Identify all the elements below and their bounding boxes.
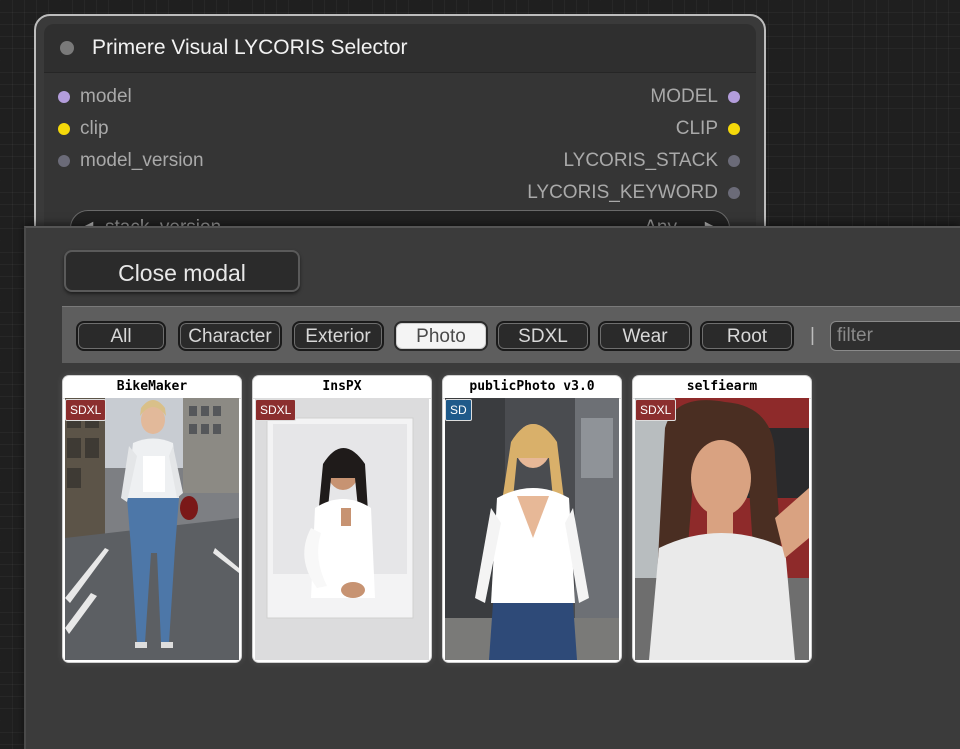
- output-dot-icon[interactable]: [728, 123, 740, 135]
- card-title: InsPX: [253, 376, 431, 399]
- output-label: LYCORIS_KEYWORD: [527, 182, 718, 203]
- lycoris-card[interactable]: InsPX SDXL: [253, 376, 431, 662]
- output-label: CLIP: [675, 118, 718, 139]
- output-label: LYCORIS_STACK: [563, 150, 718, 171]
- input-dot-icon[interactable]: [58, 91, 70, 103]
- filter-button-character[interactable]: Character: [178, 321, 282, 351]
- card-image[interactable]: [65, 398, 239, 660]
- filter-button-exterior[interactable]: Exterior: [292, 321, 384, 351]
- node-title: Primere Visual LYCORIS Selector: [92, 36, 408, 59]
- input-dot-icon[interactable]: [58, 123, 70, 135]
- card-badge: SDXL: [255, 399, 297, 421]
- input-label: model_version: [80, 150, 204, 171]
- card-title: publicPhoto v3.0: [443, 376, 621, 399]
- input-label: clip: [80, 118, 109, 139]
- close-modal-button[interactable]: Close modal: [64, 250, 300, 292]
- output-dot-icon[interactable]: [728, 155, 740, 167]
- card-badge: SDXL: [65, 399, 107, 421]
- card-image[interactable]: [445, 398, 619, 660]
- input-label: model: [80, 86, 132, 107]
- output-dot-icon[interactable]: [728, 91, 740, 103]
- output-label: MODEL: [650, 86, 718, 107]
- node-header[interactable]: Primere Visual LYCORIS Selector: [44, 24, 756, 73]
- card-title: selfiearm: [633, 376, 811, 399]
- filter-separator: |: [810, 325, 815, 346]
- filter-bar: All Character Exterior Photo SDXL Wear R…: [62, 306, 960, 363]
- filter-button-photo[interactable]: Photo: [394, 321, 488, 351]
- card-badge: SDXL: [635, 399, 677, 421]
- input-dot-icon[interactable]: [58, 155, 70, 167]
- card-image[interactable]: [255, 398, 429, 660]
- card-image[interactable]: [635, 398, 809, 660]
- filter-input[interactable]: [830, 321, 960, 351]
- output-dot-icon[interactable]: [728, 187, 740, 199]
- collapse-dot-icon[interactable]: [60, 41, 74, 55]
- lycoris-card[interactable]: publicPhoto v3.0 SD: [443, 376, 621, 662]
- lycoris-card[interactable]: selfiearm SDXL: [633, 376, 811, 662]
- filter-button-wear[interactable]: Wear: [598, 321, 692, 351]
- lycoris-card[interactable]: BikeMaker SDXL: [63, 376, 241, 662]
- lycoris-modal: Close modal All Character Exterior Photo…: [24, 226, 960, 749]
- filter-button-root[interactable]: Root: [700, 321, 794, 351]
- card-badge: SD: [445, 399, 472, 421]
- filter-button-sdxl[interactable]: SDXL: [496, 321, 590, 351]
- filter-button-all[interactable]: All: [76, 321, 166, 351]
- card-title: BikeMaker: [63, 376, 241, 399]
